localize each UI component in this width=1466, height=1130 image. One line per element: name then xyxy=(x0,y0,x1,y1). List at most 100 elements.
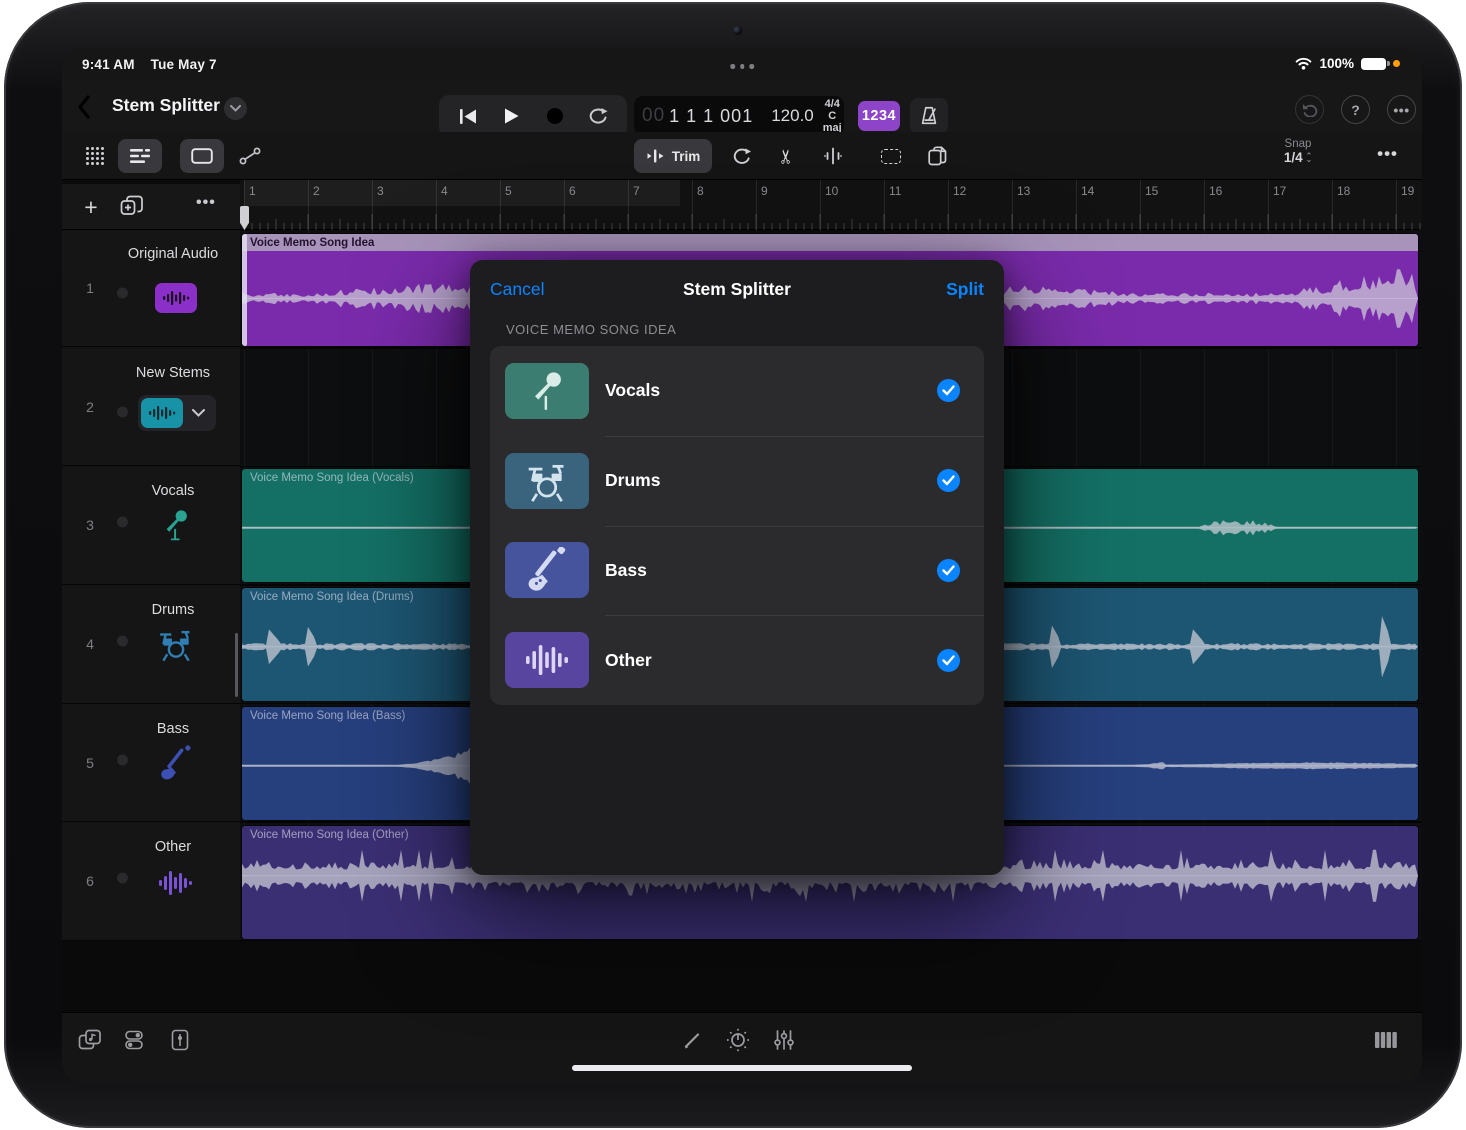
track-header-vocals[interactable]: 3 Vocals xyxy=(62,467,240,585)
stem-splitter-dialog: Cancel Stem Splitter Split VOICE MEMO SO… xyxy=(470,260,1004,875)
snap-label: Snap xyxy=(1284,138,1312,151)
battery-percent: 100% xyxy=(1319,56,1354,71)
dialog-title: Stem Splitter xyxy=(470,279,1004,300)
play-button[interactable] xyxy=(495,101,529,131)
ruler-bar-label: 9 xyxy=(761,184,768,198)
track-header-more-button[interactable]: ••• xyxy=(196,194,216,212)
checkmark-icon[interactable] xyxy=(937,469,960,492)
record-enable-dot[interactable] xyxy=(117,517,128,528)
ruler-bar-label: 15 xyxy=(1145,184,1158,198)
browser-grid-button[interactable] xyxy=(76,139,114,173)
more-options-button[interactable]: ••• xyxy=(1387,95,1416,124)
home-indicator[interactable] xyxy=(572,1065,912,1071)
snap-control[interactable]: Snap 1/4 ⌃⌄ xyxy=(1284,138,1312,165)
track-header-new-stems[interactable]: 2 New Stems xyxy=(62,349,240,466)
project-title-chevron-icon[interactable] xyxy=(224,97,247,120)
track-number: 5 xyxy=(80,755,100,771)
expand-stems-chevron-button[interactable] xyxy=(183,398,213,428)
status-bar: 9:41 AM Tue May 7 100% xyxy=(62,48,1422,82)
keyboard-button[interactable] xyxy=(1368,1025,1404,1055)
front-camera-icon xyxy=(733,26,742,35)
mixer-button[interactable] xyxy=(766,1025,802,1055)
record-enable-dot[interactable] xyxy=(117,636,128,647)
record-enable-dot[interactable] xyxy=(117,288,128,299)
bottom-toolbar xyxy=(62,1012,1422,1084)
ruler-bar-label: 5 xyxy=(505,184,512,198)
metronome-button[interactable] xyxy=(910,98,948,134)
fader-button[interactable] xyxy=(162,1025,198,1055)
record-enable-dot[interactable] xyxy=(117,754,128,765)
stem-row-bass[interactable]: Bass xyxy=(490,526,984,616)
bass-guitar-icon xyxy=(505,542,589,598)
tracks-view-button[interactable] xyxy=(118,139,162,173)
ruler[interactable]: 12345678910111213141516171819 xyxy=(240,180,1422,230)
track-name: Original Audio xyxy=(114,246,232,262)
lcd-tempo: 120.0 xyxy=(771,106,814,126)
fade-tool-button[interactable] xyxy=(812,139,854,173)
track-header-original-audio[interactable]: 1 Original Audio xyxy=(62,230,240,347)
wifi-icon xyxy=(1295,57,1312,70)
waveform-icon xyxy=(155,283,197,313)
region-header[interactable]: Voice Memo Song Idea xyxy=(242,234,1418,251)
marquee-icon xyxy=(881,149,901,164)
smart-controls-button[interactable] xyxy=(720,1025,756,1055)
region-trim-handle[interactable] xyxy=(242,234,247,346)
ruler-bar-label: 8 xyxy=(697,184,704,198)
microphone-icon xyxy=(505,363,589,419)
toolbar-more-button[interactable]: ••• xyxy=(1377,144,1398,164)
loop-browser-button[interactable] xyxy=(72,1025,108,1055)
screen: 9:41 AM Tue May 7 100% xyxy=(62,48,1422,1084)
checkmark-icon[interactable] xyxy=(937,649,960,672)
trim-tool-button[interactable]: Trim xyxy=(634,139,712,173)
back-button[interactable] xyxy=(76,93,102,121)
stem-row-vocals[interactable]: Vocals xyxy=(490,346,984,436)
record-enable-dot[interactable] xyxy=(117,406,128,417)
stem-label: Other xyxy=(605,650,652,671)
checkmark-icon[interactable] xyxy=(937,559,960,582)
waveform-icon xyxy=(505,632,589,688)
add-track-button[interactable]: + xyxy=(76,192,106,222)
track-header-drums[interactable]: 4 Drums xyxy=(62,586,240,704)
stem-label: Vocals xyxy=(605,380,660,401)
ruler-bar-label: 19 xyxy=(1401,184,1414,198)
track-number: 3 xyxy=(80,517,100,533)
loop-tool-button[interactable] xyxy=(720,139,762,173)
ruler-bar-label: 7 xyxy=(633,184,640,198)
marquee-tool-button[interactable] xyxy=(870,139,912,173)
drums-icon xyxy=(146,622,206,666)
stem-list: Vocals xyxy=(490,346,984,705)
pencil-tool-button[interactable] xyxy=(674,1025,710,1055)
lcd-position-dim: 00 xyxy=(642,105,665,127)
split-tool-button[interactable]: ✂ xyxy=(766,139,808,173)
record-enable-dot[interactable] xyxy=(117,873,128,884)
track-controls-button[interactable] xyxy=(116,1025,152,1055)
scissors-icon: ✂ xyxy=(775,148,798,164)
project-title: Stem Splitter xyxy=(112,95,220,116)
track-name: New Stems xyxy=(114,365,232,381)
track-scrollbar[interactable] xyxy=(235,633,238,697)
checkmark-icon[interactable] xyxy=(937,379,960,402)
help-button[interactable]: ? xyxy=(1341,95,1370,124)
count-in-button[interactable]: 1234 xyxy=(858,101,900,131)
track-name: Bass xyxy=(114,721,232,737)
lcd-display[interactable]: 00 1 1 1 001 120.0 4/4 C maj xyxy=(634,96,844,136)
paste-tool-button[interactable] xyxy=(916,139,958,173)
secondary-toolbar: Trim ✂ xyxy=(62,132,1422,180)
regions-mode-button[interactable] xyxy=(180,139,224,173)
page: 9:41 AM Tue May 7 100% xyxy=(0,0,1466,1130)
duplicate-track-button[interactable] xyxy=(120,195,144,219)
go-to-beginning-button[interactable] xyxy=(452,101,486,131)
stem-row-other[interactable]: Other xyxy=(490,615,984,705)
multitasking-indicator[interactable] xyxy=(730,64,754,69)
stem-row-drums[interactable]: Drums xyxy=(490,436,984,526)
split-button[interactable]: Split xyxy=(946,279,984,300)
undo-button[interactable] xyxy=(1295,95,1324,124)
automation-mode-button[interactable] xyxy=(230,139,270,173)
track-header-other[interactable]: 6 Other xyxy=(62,823,240,941)
track-number: 2 xyxy=(80,399,100,415)
bass-guitar-icon xyxy=(146,741,206,785)
track-header-bass[interactable]: 5 Bass xyxy=(62,705,240,823)
track-name: Vocals xyxy=(114,483,232,499)
cycle-button[interactable] xyxy=(581,101,615,131)
record-button[interactable] xyxy=(538,101,572,131)
